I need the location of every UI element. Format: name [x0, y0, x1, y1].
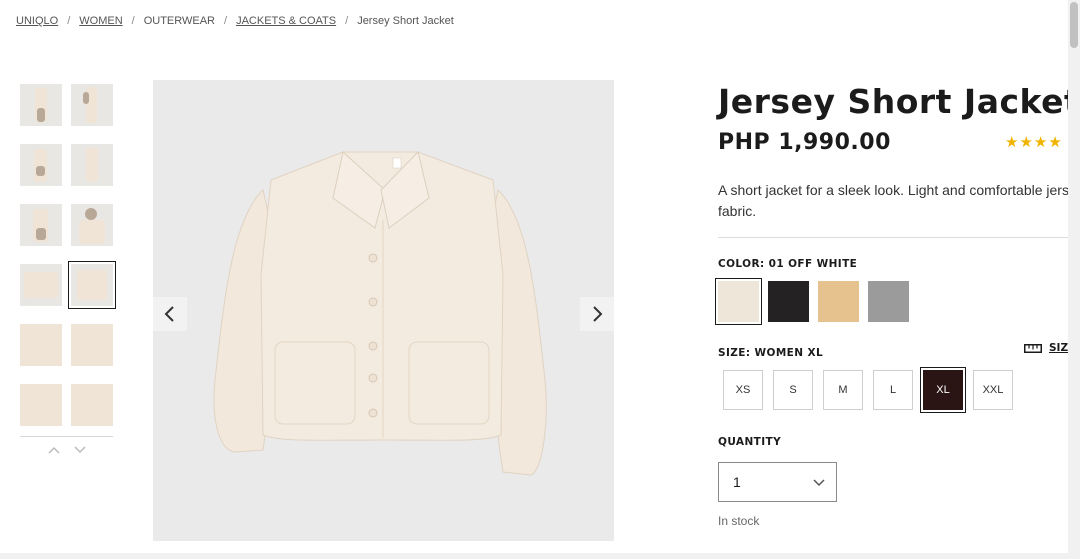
horizontal-scrollbar[interactable] — [0, 553, 1068, 559]
rating-stars[interactable]: ★★★★ — [1005, 133, 1063, 151]
chevron-right-icon — [593, 306, 603, 322]
size-options: XS S M L XL XXL — [723, 367, 1080, 413]
color-swatch-black[interactable] — [768, 281, 809, 322]
color-swatches — [715, 278, 1080, 325]
chevron-left-icon — [164, 306, 174, 322]
thumbnail[interactable] — [20, 264, 62, 306]
breadcrumb-outerwear: OUTERWEAR — [143, 15, 216, 27]
size-button-s[interactable]: S — [773, 370, 813, 410]
size-button-xl[interactable]: XL — [920, 367, 966, 413]
breadcrumb-uniqlo[interactable]: UNIQLO — [16, 15, 58, 27]
size-label: SIZE: WOMEN XL — [718, 347, 824, 359]
thumbnail[interactable] — [71, 144, 113, 186]
divider — [718, 237, 1068, 238]
breadcrumb-women[interactable]: WOMEN — [79, 15, 122, 27]
chevron-up-icon[interactable] — [47, 443, 61, 457]
breadcrumb-separator: / — [224, 15, 228, 27]
breadcrumb-separator: / — [345, 15, 349, 27]
size-button-m[interactable]: M — [823, 370, 863, 410]
thumbnail[interactable] — [71, 384, 113, 426]
color-label: COLOR: 01 OFF WHITE — [718, 258, 858, 270]
stock-status: In stock — [718, 514, 760, 528]
breadcrumb-current: Jersey Short Jacket — [357, 15, 454, 27]
thumbnail[interactable] — [71, 324, 113, 366]
color-swatch-gray[interactable] — [868, 281, 909, 322]
size-button-l[interactable]: L — [873, 370, 913, 410]
product-info: Jersey Short Jacket PHP 1,990.00 ★★★★ A … — [715, 80, 1080, 528]
breadcrumb: UNIQLO / WOMEN / OUTERWEAR / JACKETS & C… — [16, 15, 454, 27]
description-line: fabric. — [718, 203, 757, 219]
thumbnail-nav — [20, 443, 113, 457]
thumbnail[interactable] — [20, 384, 62, 426]
size-row: SIZE: WOMEN XL SIZE — [718, 342, 1080, 359]
breadcrumb-separator: / — [67, 15, 71, 27]
product-title: Jersey Short Jacket — [718, 82, 1080, 121]
quantity-select[interactable]: 1 — [718, 462, 837, 502]
size-button-xxl[interactable]: XXL — [973, 370, 1013, 410]
color-swatch-off-white[interactable] — [715, 278, 762, 325]
price-row: PHP 1,990.00 ★★★★ — [718, 130, 1080, 162]
thumbnail[interactable] — [71, 84, 113, 126]
jacket-image — [213, 151, 547, 476]
next-image-button[interactable] — [580, 297, 614, 331]
main-product-image — [153, 80, 614, 541]
quantity-label: QUANTITY — [718, 436, 782, 448]
color-swatch-beige[interactable] — [818, 281, 859, 322]
chevron-down-icon[interactable] — [73, 443, 87, 457]
product-price: PHP 1,990.00 — [718, 130, 891, 155]
breadcrumb-separator: / — [131, 15, 135, 27]
ruler-icon — [1024, 343, 1042, 353]
scrollbar-thumb[interactable] — [1070, 2, 1078, 48]
prev-image-button[interactable] — [153, 297, 187, 331]
thumbnail[interactable] — [20, 84, 62, 126]
thumbnail[interactable] — [20, 144, 62, 186]
thumbnail[interactable] — [71, 204, 113, 246]
vertical-scrollbar[interactable] — [1068, 0, 1080, 559]
product-description: A short jacket for a sleek look. Light a… — [718, 180, 1080, 222]
thumbnail-selected[interactable] — [68, 261, 116, 309]
thumbnail[interactable] — [20, 204, 62, 246]
thumbnail-gallery — [20, 84, 116, 457]
breadcrumb-jackets-coats[interactable]: JACKETS & COATS — [236, 15, 336, 27]
thumbnail-divider — [20, 436, 113, 437]
chevron-down-icon — [813, 478, 825, 486]
size-button-xs[interactable]: XS — [723, 370, 763, 410]
quantity-value: 1 — [733, 474, 741, 490]
description-line: A short jacket for a sleek look. Light a… — [718, 182, 1080, 198]
thumbnail[interactable] — [20, 324, 62, 366]
